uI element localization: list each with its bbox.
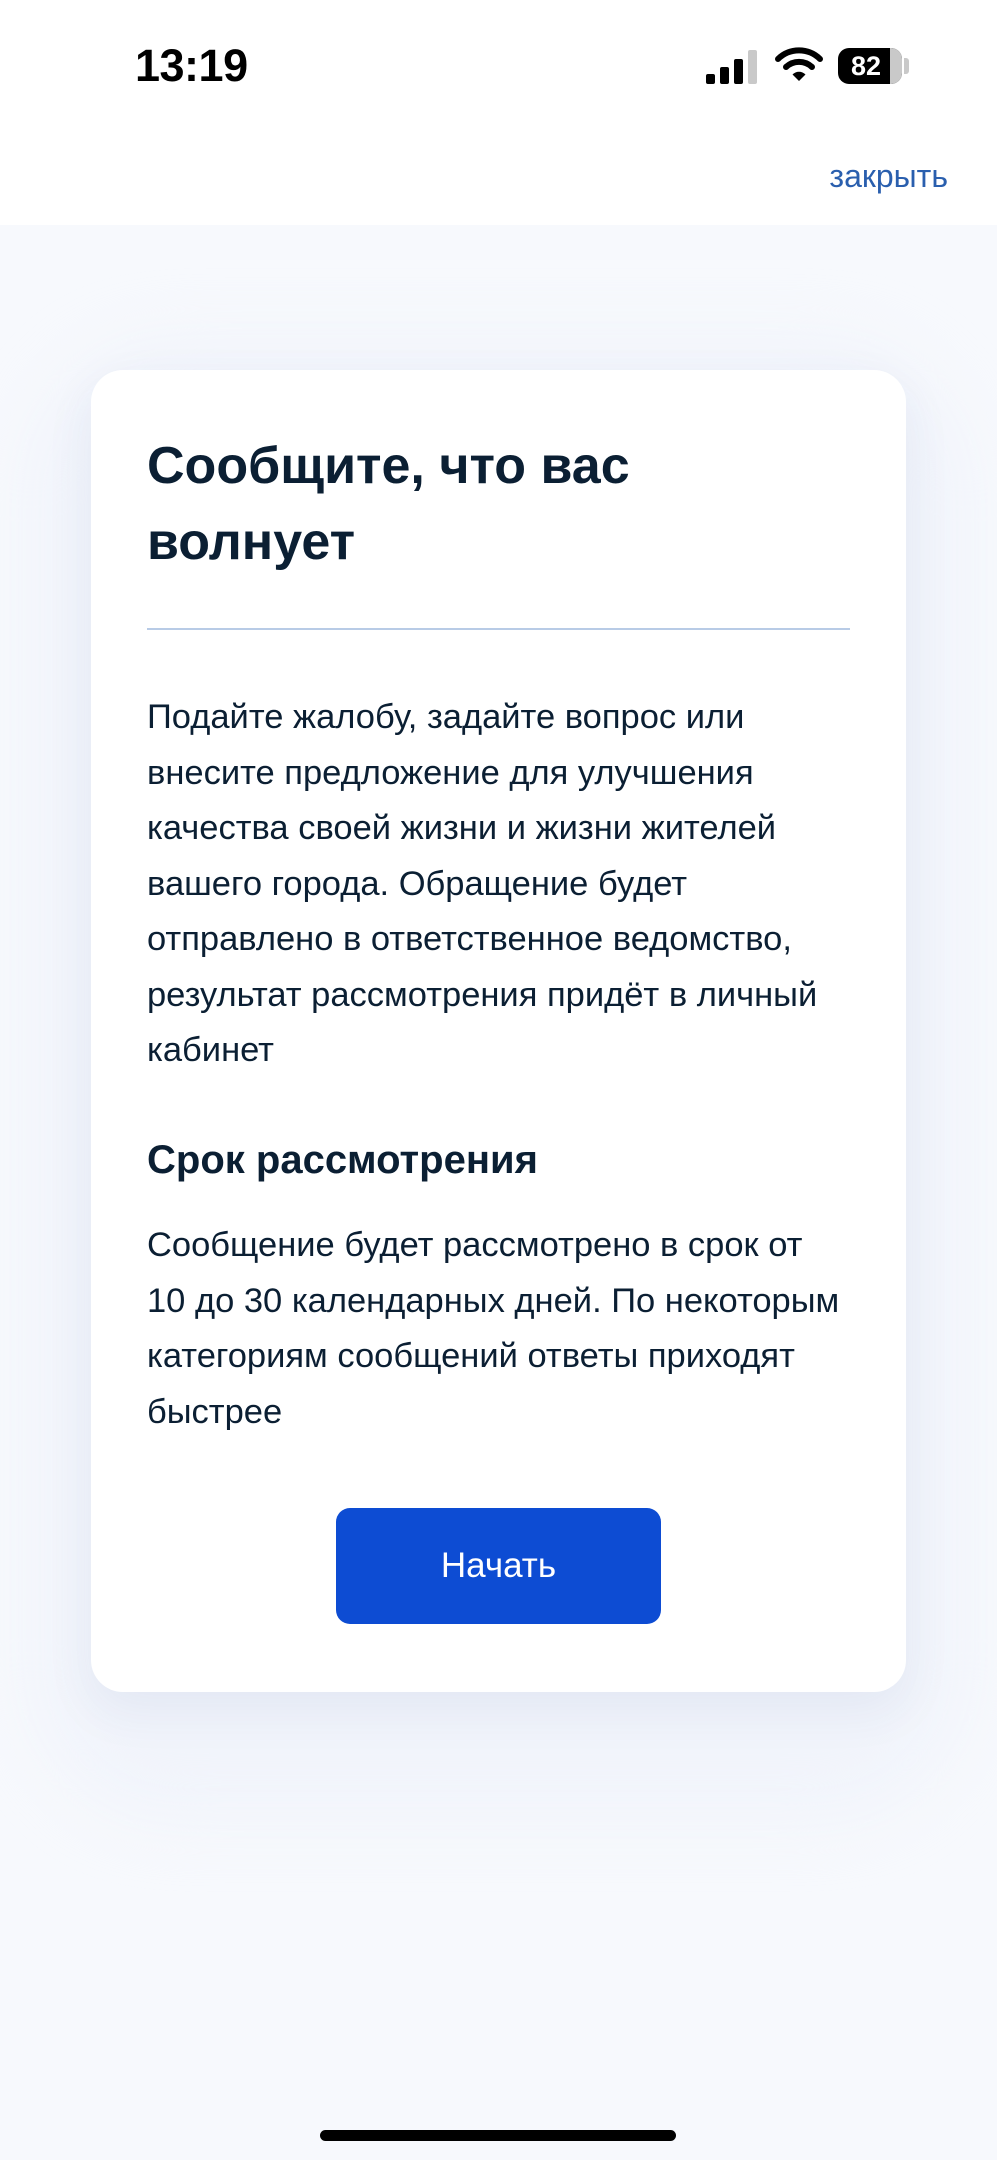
info-card: Сообщите, что вас волнует Подайте жалобу… <box>91 370 906 1692</box>
battery-tip <box>904 58 909 74</box>
top-bar: 13:19 82 закрыть <box>0 0 997 225</box>
status-time: 13:19 <box>135 40 248 91</box>
battery-icon: 82 <box>838 48 902 84</box>
divider <box>147 628 850 630</box>
card-title: Сообщите, что вас волнует <box>147 437 630 571</box>
deadline-text: Сообщение будет рассмотрено в срок от 10… <box>147 1226 840 1431</box>
start-button[interactable]: Начать <box>336 1508 661 1624</box>
home-indicator[interactable] <box>320 2130 676 2141</box>
deadline-title: Срок рассмотрения <box>147 1138 538 1182</box>
close-link[interactable]: закрыть <box>829 158 948 195</box>
screen: 13:19 82 закрыть Сообщите, что вас волну… <box>0 0 997 2160</box>
cellular-signal-icon <box>706 50 757 84</box>
intro-text: Подайте жалобу, задайте вопрос или внеси… <box>147 698 818 1069</box>
battery-level: 82 <box>850 51 882 81</box>
wifi-icon <box>775 47 823 81</box>
